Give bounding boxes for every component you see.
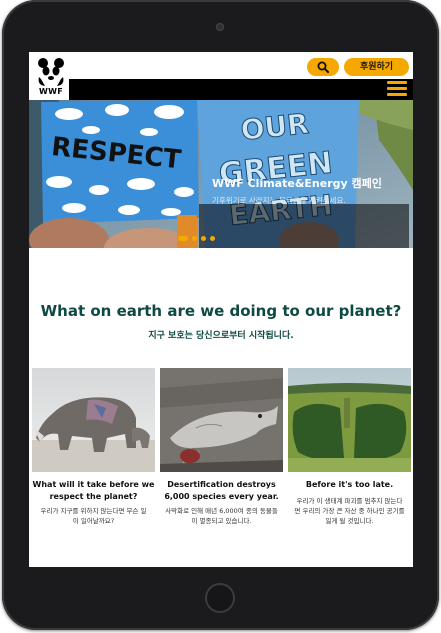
tablet-frame: WWF 후원하기 RESPECT OUR GREEN WWF Climate&E…	[2, 0, 439, 630]
page-subheadline: 지구 보호는 당신으로부터 시작됩니다.	[148, 331, 294, 341]
fish-desert-illustration	[160, 368, 283, 472]
front-camera	[216, 23, 224, 31]
panda-icon	[38, 58, 64, 86]
donate-button[interactable]: 후원하기	[344, 58, 409, 76]
rhino-illustration	[32, 368, 155, 472]
hero-title: WWF Climate&Energy 캠페인	[212, 177, 382, 190]
hero-subtitle: 기후위기로 사라지는 북극곰을 지켜주세요.	[212, 196, 346, 205]
card-desc-line: 이 멸종되고 있습니다.	[191, 517, 252, 525]
carousel-dot[interactable]	[201, 236, 206, 241]
hamburger-menu-button[interactable]	[387, 81, 407, 99]
respect-sign: RESPECT	[41, 100, 199, 224]
menu-icon-bar	[387, 87, 407, 90]
card-desc-line: 잃게 될 것입니다.	[325, 517, 374, 525]
screen: WWF 후원하기 RESPECT OUR GREEN WWF Climate&E…	[29, 52, 413, 567]
hero-carousel[interactable]: RESPECT OUR GREEN EARTH	[29, 100, 413, 248]
navigation-bar	[69, 79, 413, 101]
carousel-dot[interactable]	[210, 236, 215, 241]
card-title-line: What will it take before we	[32, 480, 155, 489]
card-description: 우리가 지구를 위하지 않는다면 무슨 일 이 일어날까요?	[34, 506, 153, 526]
menu-icon-bar	[387, 81, 407, 84]
card-title-line: 6,000 species every year.	[164, 492, 279, 501]
home-button[interactable]	[205, 583, 235, 613]
wwf-logo[interactable]: WWF	[35, 57, 67, 99]
forest-lungs-image	[288, 368, 411, 472]
forest-illustration	[288, 368, 411, 472]
search-icon	[317, 61, 329, 73]
logo-wordmark: WWF	[38, 87, 63, 96]
search-button[interactable]	[307, 58, 339, 76]
carousel-dot[interactable]	[192, 236, 197, 241]
page-headline: What on earth are we doing to our planet…	[40, 302, 402, 320]
card-description: 우리가 이 생태계 파괴를 멈추지 않는다 면 우리의 가장 큰 자산 중 하나…	[290, 496, 409, 526]
card-desc-line: 우리가 지구를 위하지 않는다면 무슨 일	[40, 507, 147, 515]
rhino-image	[32, 368, 155, 472]
card-desc-line: 이 일어날까요?	[72, 517, 115, 525]
card-title: Desertification destroys 6,000 species e…	[160, 479, 283, 503]
card-desc-line: 면 우리의 가장 큰 자산 중 하나인 공기를	[294, 507, 405, 515]
card-title: What will it take before we respect the …	[32, 479, 155, 503]
card-title-line: respect the planet?	[49, 492, 138, 501]
menu-icon-bar	[387, 93, 407, 96]
site-header: WWF 후원하기	[29, 52, 413, 101]
desertification-image	[160, 368, 283, 472]
carousel-dot[interactable]	[178, 236, 188, 241]
card-title: Before it's too late.	[288, 479, 411, 491]
card-title-line: Desertification destroys	[167, 480, 276, 489]
card-title-line: Before it's too late.	[305, 480, 394, 489]
card-desc-line: 사막화로 인해 매년 6,000여 종의 동물들	[165, 507, 278, 515]
card-desc-line: 우리가 이 생태계 파괴를 멈추지 않는다	[296, 497, 403, 505]
card-description: 사막화로 인해 매년 6,000여 종의 동물들 이 멸종되고 있습니다.	[162, 506, 281, 526]
hero-caption-box	[199, 204, 409, 248]
